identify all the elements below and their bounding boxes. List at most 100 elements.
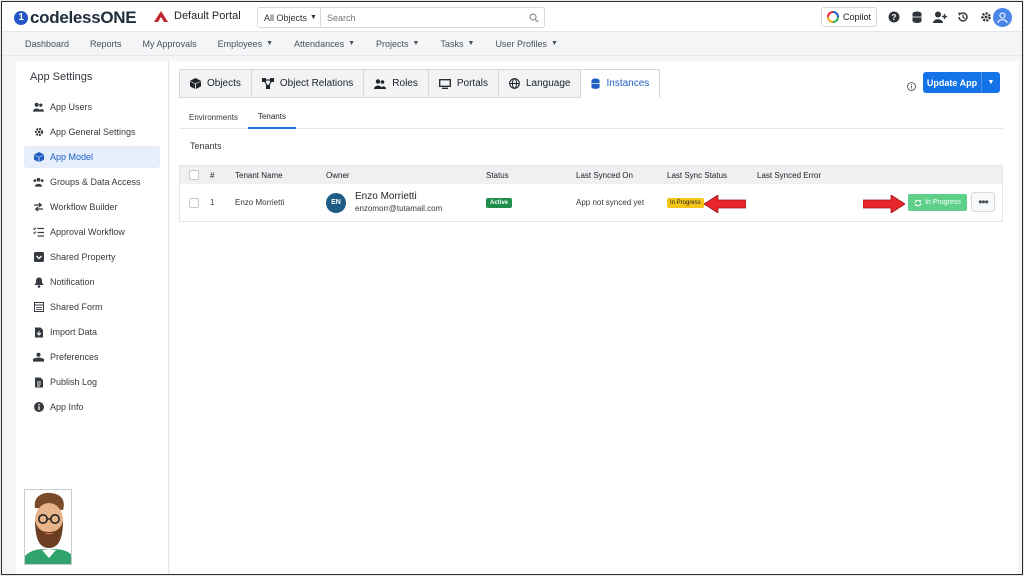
sidebar-item-approval-workflow[interactable]: Approval Workflow [24,221,160,243]
copilot-icon [826,11,839,23]
tenants-table: # Tenant Name Owner Status Last Synced O… [179,165,1003,222]
more-options-icon: ••• [978,195,989,209]
sidebar-item-app-users[interactable]: App Users [24,96,160,118]
sidebar-item-label: App Model [50,152,94,162]
nav-item-dashboard[interactable]: Dashboard [25,39,69,49]
header-status[interactable]: Status [486,166,509,184]
sidebar-item-app-model[interactable]: App Model [24,146,160,168]
row-number: 1 [210,198,215,207]
nav-label: Reports [90,38,122,49]
sidebar-item-app-info[interactable]: App Info [24,396,160,418]
header-last-synced-error[interactable]: Last Synced Error [757,166,821,184]
main-panel: Objects Object Relations Roles Portals L… [170,61,1018,574]
tenant-name: Enzo Morrietti [235,198,285,207]
nav-item-attendances[interactable]: Attendances ▼ [294,39,355,49]
nav-item-reports[interactable]: Reports [90,39,122,49]
last-synced-on: App not synced yet [576,198,645,207]
nav-item-my-approvals[interactable]: My Approvals [143,39,197,49]
sidebar-item-notification[interactable]: Notification [24,271,160,293]
row-more-options-button[interactable]: ••• [971,192,995,212]
subtab-label: Tenants [257,111,286,121]
sidebar-item-label: Approval Workflow [50,227,125,237]
monitor-icon [438,78,451,89]
tab-objects[interactable]: Objects [179,69,251,98]
sidebar-item-preferences[interactable]: Preferences [24,346,160,368]
help-icon[interactable]: ? [887,10,901,24]
subtab-environments[interactable]: Environments [179,105,248,129]
group-icon [33,177,44,188]
cube-icon [33,152,44,163]
sync-in-progress-button[interactable]: In Progress [908,194,967,211]
app-window: 1 codelessONE Default Portal All Objects… [1,1,1023,575]
search-input[interactable] [321,8,524,27]
search-icon[interactable] [524,8,544,27]
copilot-button[interactable]: Copilot [821,7,877,27]
form-icon [33,302,44,313]
gear-icon [33,127,44,138]
tab-roles[interactable]: Roles [363,69,428,98]
tab-label: Objects [207,78,241,89]
tab-label: Language [525,78,571,89]
annotation-arrow-right-icon [863,195,905,213]
owner-avatar: EN [326,192,346,213]
subtab-label: Environments [189,112,238,122]
sidebar-item-app-general-settings[interactable]: App General Settings [24,121,160,143]
add-user-icon[interactable] [933,10,947,24]
sync-icon [914,199,922,206]
sidebar-item-shared-form[interactable]: Shared Form [24,296,160,318]
tab-label: Object Relations [279,78,354,89]
nav-item-tasks[interactable]: Tasks ▼ [440,39,474,49]
user-avatar-icon[interactable] [993,8,1012,27]
update-app-button[interactable]: Update App ▼ [923,72,1000,93]
object-filter-select[interactable]: All Objects ▼ [258,8,321,27]
nav-item-employees[interactable]: Employees ▼ [218,39,273,49]
chevron-down-icon: ▼ [266,40,274,47]
header-owner[interactable]: Owner [326,166,350,184]
gear-icon[interactable] [979,10,993,24]
nav-item-projects[interactable]: Projects ▼ [376,39,419,49]
tab-object-relations[interactable]: Object Relations [250,69,364,98]
annotation-arrow-left-icon [704,195,746,213]
portal-switcher[interactable]: Default Portal [154,10,241,22]
nav-item-user-profiles[interactable]: User Profiles ▼ [495,39,557,49]
sidebar-item-label: Preferences [50,352,99,362]
workflow-icon [33,202,44,213]
database-icon [591,78,601,89]
history-icon[interactable] [956,10,970,24]
users-icon [33,102,44,113]
tab-instances[interactable]: Instances [580,69,661,98]
header-tenant-name[interactable]: Tenant Name [235,166,283,184]
subtab-tenants[interactable]: Tenants [247,105,296,129]
update-app-label: Update App [926,77,978,88]
row-checkbox[interactable] [189,197,199,208]
object-filter-value: All Objects [264,12,308,23]
header-last-sync-status[interactable]: Last Sync Status [667,166,727,184]
tab-portals[interactable]: Portals [427,69,498,98]
sidebar-item-publish-log[interactable]: Publish Log [24,371,160,393]
header-last-synced-on[interactable]: Last Synced On [576,166,633,184]
shared-property-icon [33,252,44,263]
sidebar-item-label: Import Data [50,327,98,337]
sidebar-item-import-data[interactable]: Import Data [24,321,160,343]
sidebar-item-groups-data-access[interactable]: Groups & Data Access [24,171,160,193]
sync-button-label: In Progress [925,199,961,206]
brand-logo[interactable]: 1 codelessONE [14,8,137,28]
sidebar-item-label: App Info [50,402,84,412]
table-header: # Tenant Name Owner Status Last Synced O… [180,166,1002,184]
sidebar-item-label: App Users [50,102,93,112]
select-all-checkbox[interactable] [189,170,199,180]
instances-subtabs: Environments Tenants [179,105,1003,129]
sidebar-item-shared-property[interactable]: Shared Property [24,246,160,268]
nav-label: Attendances [294,38,345,49]
sidebar-item-label: Publish Log [50,377,98,387]
nav-label: Projects [376,38,409,49]
database-icon[interactable] [910,10,924,24]
tab-language[interactable]: Language [497,69,581,98]
log-icon [33,377,44,388]
sidebar-item-label: Workflow Builder [50,202,118,212]
main-nav: Dashboard Reports My Approvals Employees… [2,32,1022,56]
update-app-dropdown-toggle[interactable]: ▼ [981,72,1000,93]
info-circle-icon[interactable] [907,78,916,96]
import-icon [33,327,44,338]
sidebar-item-workflow-builder[interactable]: Workflow Builder [24,196,160,218]
